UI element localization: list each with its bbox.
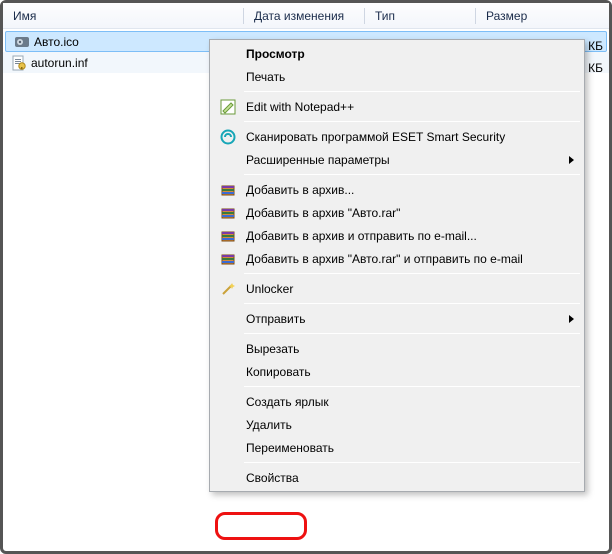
unlocker-wand-icon bbox=[216, 279, 240, 299]
menu-cut[interactable]: Вырезать bbox=[212, 337, 582, 360]
eset-icon bbox=[216, 127, 240, 147]
menu-edit-notepadpp[interactable]: Edit with Notepad++ bbox=[212, 95, 582, 118]
menu-advanced-params[interactable]: Расширенные параметры bbox=[212, 148, 582, 171]
file-name: Авто.ico bbox=[34, 35, 79, 49]
menu-rar-email[interactable]: Добавить в архив и отправить по e-mail..… bbox=[212, 224, 582, 247]
column-header-type[interactable]: Тип bbox=[365, 5, 475, 27]
menu-separator bbox=[244, 462, 580, 463]
blank-icon bbox=[216, 150, 240, 170]
chevron-right-icon bbox=[569, 315, 574, 323]
menu-delete[interactable]: Удалить bbox=[212, 413, 582, 436]
blank-icon bbox=[216, 468, 240, 488]
menu-rename[interactable]: Переименовать bbox=[212, 436, 582, 459]
blank-icon bbox=[216, 309, 240, 329]
menu-properties[interactable]: Свойства bbox=[212, 466, 582, 489]
inf-file-icon bbox=[11, 55, 27, 71]
winrar-icon bbox=[216, 180, 240, 200]
size-suffix: КБ bbox=[588, 61, 603, 75]
ico-file-icon bbox=[14, 34, 30, 50]
column-header-bar: Имя Дата изменения Тип Размер bbox=[3, 3, 609, 29]
menu-unlocker[interactable]: Unlocker bbox=[212, 277, 582, 300]
menu-send-to[interactable]: Отправить bbox=[212, 307, 582, 330]
blank-icon bbox=[216, 339, 240, 359]
menu-separator bbox=[244, 91, 580, 92]
blank-icon bbox=[216, 438, 240, 458]
menu-view[interactable]: Просмотр bbox=[212, 42, 582, 65]
blank-icon bbox=[216, 44, 240, 64]
context-menu: Просмотр Печать Edit with Notepad++ Скан… bbox=[209, 39, 585, 492]
explorer-window: Имя Дата изменения Тип Размер Авто.ico a… bbox=[0, 0, 612, 554]
menu-separator bbox=[244, 121, 580, 122]
menu-create-shortcut[interactable]: Создать ярлык bbox=[212, 390, 582, 413]
menu-rar-named-email[interactable]: Добавить в архив "Авто.rar" и отправить … bbox=[212, 247, 582, 270]
menu-rar-add[interactable]: Добавить в архив... bbox=[212, 178, 582, 201]
column-header-name[interactable]: Имя bbox=[3, 5, 243, 27]
menu-separator bbox=[244, 303, 580, 304]
size-suffix: КБ bbox=[588, 39, 603, 53]
menu-eset-scan[interactable]: Сканировать программой ESET Smart Securi… bbox=[212, 125, 582, 148]
blank-icon bbox=[216, 415, 240, 435]
menu-print[interactable]: Печать bbox=[212, 65, 582, 88]
menu-copy[interactable]: Копировать bbox=[212, 360, 582, 383]
file-name: autorun.inf bbox=[31, 56, 88, 70]
winrar-icon bbox=[216, 203, 240, 223]
blank-icon bbox=[216, 67, 240, 87]
annotation-highlight bbox=[215, 512, 307, 540]
chevron-right-icon bbox=[569, 156, 574, 164]
menu-separator bbox=[244, 386, 580, 387]
blank-icon bbox=[216, 392, 240, 412]
blank-icon bbox=[216, 362, 240, 382]
notepadpp-icon bbox=[216, 97, 240, 117]
column-header-size[interactable]: Размер bbox=[476, 5, 609, 27]
column-header-date[interactable]: Дата изменения bbox=[244, 5, 364, 27]
menu-separator bbox=[244, 273, 580, 274]
menu-rar-add-named[interactable]: Добавить в архив "Авто.rar" bbox=[212, 201, 582, 224]
menu-separator bbox=[244, 333, 580, 334]
menu-separator bbox=[244, 174, 580, 175]
winrar-icon bbox=[216, 249, 240, 269]
winrar-icon bbox=[216, 226, 240, 246]
